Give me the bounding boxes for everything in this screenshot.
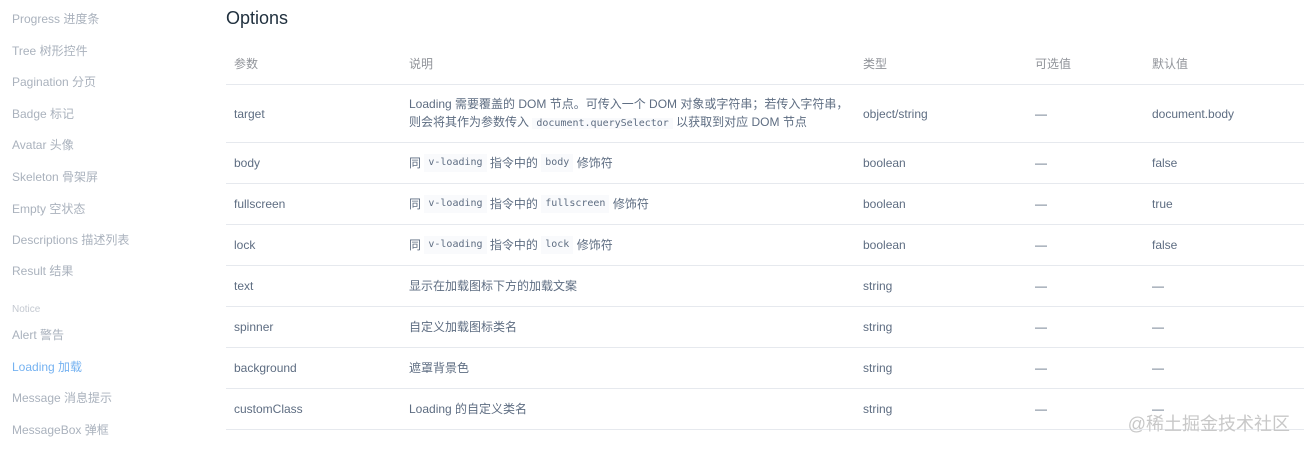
table-row: text 显示在加载图标下方的加载文案 string — — <box>226 266 1304 307</box>
watermark: @稀土掘金技术社区 <box>1127 414 1290 434</box>
cell-options: — <box>1035 320 1047 334</box>
cell-type: string <box>863 279 893 293</box>
desc-code: v-loading <box>424 236 487 254</box>
sidebar-item-pagination[interactable]: Pagination 分页 <box>12 75 96 89</box>
sidebar-item-empty[interactable]: Empty 空状态 <box>12 202 85 216</box>
cell-param: body <box>234 156 261 170</box>
table-row: target Loading 需要覆盖的 DOM 节点。可传入一个 DOM 对象… <box>226 85 1304 143</box>
desc-text: 指令中的 <box>489 156 538 170</box>
desc-text: 指令中的 <box>489 238 538 252</box>
cell-default: — <box>1152 361 1164 375</box>
sidebar-item-loading[interactable]: Loading 加载 <box>12 360 82 374</box>
header-param: 参数 <box>234 57 259 71</box>
cell-default: false <box>1152 238 1178 252</box>
table-row: lock 同 v-loading 指令中的 lock 修饰符 boolean —… <box>226 225 1304 266</box>
desc-text: 修饰符 <box>576 156 613 170</box>
cell-default: false <box>1152 156 1178 170</box>
cell-desc: 同 v-loading 指令中的 body 修饰符 <box>409 143 849 183</box>
table-row: spinner 自定义加载图标类名 string — — <box>226 307 1304 348</box>
cell-param: background <box>234 361 297 375</box>
cell-desc: 自定义加载图标类名 <box>409 320 518 334</box>
header-options: 可选值 <box>1035 57 1072 71</box>
desc-code: v-loading <box>424 195 487 213</box>
desc-text: 同 <box>409 197 422 211</box>
desc-text: 以获取到对应 DOM 节点 <box>676 114 807 129</box>
cell-param: spinner <box>234 320 274 334</box>
cell-options: — <box>1035 156 1047 170</box>
sidebar-item-message[interactable]: Message 消息提示 <box>12 391 112 405</box>
sidebar-item-badge[interactable]: Badge 标记 <box>12 107 74 121</box>
cell-param: fullscreen <box>234 197 286 211</box>
sidebar-item-messagebox[interactable]: MessageBox 弹框 <box>12 423 109 437</box>
sidebar-item-tree[interactable]: Tree 树形控件 <box>12 44 88 58</box>
cell-options: — <box>1035 197 1047 211</box>
cell-options: — <box>1035 361 1047 375</box>
cell-desc: Loading 需要覆盖的 DOM 节点。可传入一个 DOM 对象或字符串；若传… <box>409 85 849 142</box>
cell-type: string <box>863 320 893 334</box>
desc-code: lock <box>541 236 574 254</box>
cell-desc: 遮罩背景色 <box>409 361 470 375</box>
cell-type: string <box>863 361 893 375</box>
cell-default: document.body <box>1152 106 1235 121</box>
cell-desc: 同 v-loading 指令中的 lock 修饰符 <box>409 225 849 265</box>
sidebar-group-notice: Notice <box>12 304 41 315</box>
desc-code: fullscreen <box>541 195 610 213</box>
cell-default: — <box>1152 320 1164 334</box>
table-header: 参数 说明 类型 可选值 默认值 <box>226 44 1304 85</box>
desc-code: v-loading <box>424 154 487 172</box>
desc-code: document.querySelector <box>532 117 673 129</box>
cell-type: boolean <box>863 197 906 211</box>
cell-param: lock <box>234 238 256 252</box>
cell-desc: Loading 的自定义类名 <box>409 402 528 416</box>
table-row: body 同 v-loading 指令中的 body 修饰符 boolean —… <box>226 143 1304 184</box>
section-title: Options <box>226 8 289 28</box>
cell-options: — <box>1035 106 1047 121</box>
sidebar-item-descriptions[interactable]: Descriptions 描述列表 <box>12 233 129 247</box>
header-desc: 说明 <box>409 57 434 71</box>
table-row: background 遮罩背景色 string — — <box>226 348 1304 389</box>
cell-param: target <box>234 106 265 121</box>
desc-text: 修饰符 <box>576 238 613 252</box>
sidebar-item-skeleton[interactable]: Skeleton 骨架屏 <box>12 170 98 184</box>
header-type: 类型 <box>863 57 888 71</box>
cell-default: — <box>1152 279 1164 293</box>
cell-options: — <box>1035 279 1047 293</box>
cell-options: — <box>1035 238 1047 252</box>
main-content: Options 参数 说明 类型 可选值 默认值 target Loading … <box>226 0 1304 450</box>
table-row: fullscreen 同 v-loading 指令中的 fullscreen 修… <box>226 184 1304 225</box>
cell-type: object/string <box>863 106 928 121</box>
cell-type: string <box>863 402 893 416</box>
cell-type: boolean <box>863 238 906 252</box>
cell-type: boolean <box>863 156 906 170</box>
cell-desc: 同 v-loading 指令中的 fullscreen 修饰符 <box>409 184 849 224</box>
cell-param: text <box>234 279 254 293</box>
sidebar-nav: Progress 进度条 Tree 树形控件 Pagination 分页 Bad… <box>0 0 200 450</box>
sidebar-item-alert[interactable]: Alert 警告 <box>12 328 64 342</box>
desc-text: 指令中的 <box>489 197 538 211</box>
cell-desc: 显示在加载图标下方的加载文案 <box>409 279 578 293</box>
header-default: 默认值 <box>1152 57 1189 71</box>
desc-text: 同 <box>409 156 422 170</box>
sidebar-item-result[interactable]: Result 结果 <box>12 264 73 278</box>
desc-text: 同 <box>409 238 422 252</box>
desc-code: body <box>541 154 574 172</box>
cell-default: true <box>1152 197 1173 211</box>
cell-param: customClass <box>234 402 303 416</box>
desc-text: 修饰符 <box>612 197 649 211</box>
sidebar-item-progress[interactable]: Progress 进度条 <box>12 12 99 26</box>
sidebar-item-avatar[interactable]: Avatar 头像 <box>12 138 74 152</box>
